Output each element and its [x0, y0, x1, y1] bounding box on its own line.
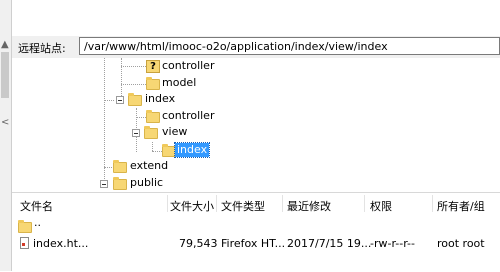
column-header-permissions[interactable]: 权限 [370, 198, 392, 214]
column-divider[interactable] [282, 195, 283, 212]
file-size: 79,543 [179, 237, 218, 250]
tree-node-public[interactable]: public [130, 176, 163, 190]
html-file-icon [20, 237, 29, 249]
table-row[interactable]: .. [12, 216, 500, 233]
remote-path-input[interactable]: /var/www/html/imooc-o2o/application/inde… [79, 37, 500, 55]
folder-icon [162, 144, 176, 157]
question-folder-icon: ? [146, 60, 160, 73]
column-divider[interactable] [167, 195, 168, 212]
tree-guide-line [104, 58, 105, 185]
file-type: Firefox HT... [221, 237, 286, 250]
tree-guide-line [121, 84, 146, 85]
file-list-header: 文件名 文件大小 文件类型 最近修改 权限 所有者/组 [12, 193, 500, 215]
folder-icon [113, 160, 127, 173]
folder-icon [18, 220, 32, 233]
column-header-owner[interactable]: 所有者/组 [437, 198, 485, 214]
tree-guide-line [136, 117, 146, 118]
tree-node-controller-2[interactable]: controller [162, 109, 214, 123]
collapse-toggle-icon[interactable] [116, 96, 124, 104]
tree-guide-line [152, 151, 162, 152]
folder-icon [128, 93, 142, 106]
tree-node-view[interactable]: view [162, 125, 187, 139]
expand-toggle-icon[interactable] [100, 180, 108, 188]
table-row[interactable]: index.ht... 79,543 Firefox HT... 2017/7/… [12, 236, 500, 252]
folder-icon [146, 77, 160, 90]
column-divider[interactable] [432, 195, 433, 212]
folder-icon [113, 177, 127, 190]
folder-icon [146, 110, 160, 123]
column-header-filetype[interactable]: 文件类型 [221, 198, 265, 214]
tree-node-extend[interactable]: extend [130, 159, 168, 173]
left-pane-scrollbar[interactable]: ▲ < [0, 0, 12, 271]
remote-site-label: 远程站点: [18, 42, 66, 55]
tree-node-model[interactable]: model [162, 76, 196, 90]
remote-file-list: 文件名 文件大小 文件类型 最近修改 权限 所有者/组 .. index.ht.… [12, 192, 500, 272]
column-divider[interactable] [364, 195, 365, 212]
column-header-filesize[interactable]: 文件大小 [170, 198, 214, 214]
column-divider[interactable] [216, 195, 217, 212]
file-owner: root root [437, 237, 485, 250]
tree-node-index-selected[interactable]: index [173, 142, 211, 158]
file-permissions: -rw-r--r-- [370, 237, 415, 250]
remote-site-bar: 远程站点: /var/www/html/imooc-o2o/applicatio… [12, 36, 500, 58]
scroll-thumb[interactable] [1, 52, 9, 98]
column-header-modified[interactable]: 最近修改 [287, 198, 331, 214]
file-name: index.ht... [33, 237, 89, 250]
pane-edge-icon: < [1, 117, 10, 128]
tree-guide-line [121, 66, 146, 67]
file-name: .. [34, 216, 41, 229]
scroll-up-icon[interactable]: ▲ [1, 40, 9, 50]
collapse-toggle-icon[interactable] [132, 129, 140, 137]
folder-icon [144, 126, 158, 139]
remote-directory-tree: ? controller model index controller view… [12, 58, 500, 191]
tree-node-controller[interactable]: controller [162, 59, 214, 73]
tree-guide-line [104, 100, 114, 101]
tree-guide-line [152, 142, 153, 151]
tree-node-index[interactable]: index [145, 92, 175, 106]
column-header-filename[interactable]: 文件名 [20, 198, 53, 214]
file-modified: 2017/7/15 19... [287, 237, 372, 250]
